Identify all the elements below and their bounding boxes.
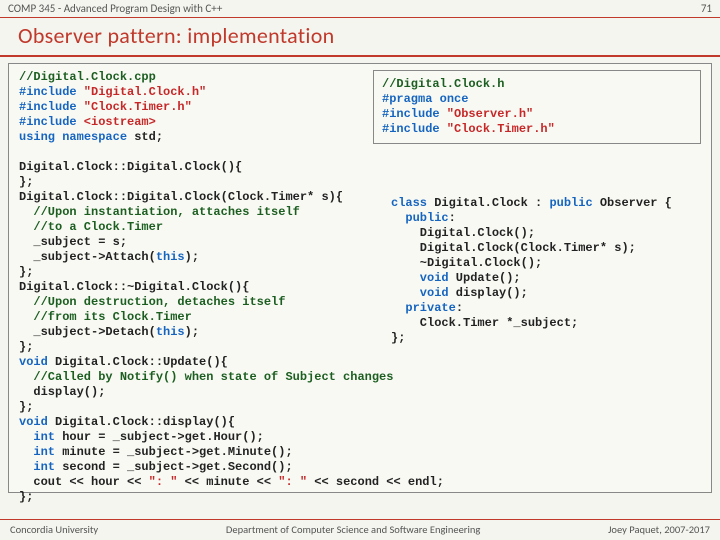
- course-label: COMP 345 - Advanced Program Design with …: [8, 2, 222, 15]
- footer-left: Concordia University: [10, 523, 98, 536]
- footer: Concordia University Department of Compu…: [0, 519, 720, 540]
- right-header-box: //Digital.Clock.h #pragma once #include …: [373, 70, 701, 144]
- slide-header: COMP 345 - Advanced Program Design with …: [0, 0, 720, 15]
- footer-right: Joey Paquet, 2007-2017: [608, 523, 710, 536]
- content-box: //Digital.Clock.cpp #include "Digital.Cl…: [8, 63, 712, 493]
- slide-title: Observer pattern: implementation: [18, 22, 708, 49]
- page-number: 71: [701, 2, 712, 15]
- footer-center: Department of Computer Science and Softw…: [226, 523, 480, 536]
- right-class-block: class Digital.Clock : public Observer { …: [391, 196, 701, 346]
- title-bar: Observer pattern: implementation: [0, 17, 720, 57]
